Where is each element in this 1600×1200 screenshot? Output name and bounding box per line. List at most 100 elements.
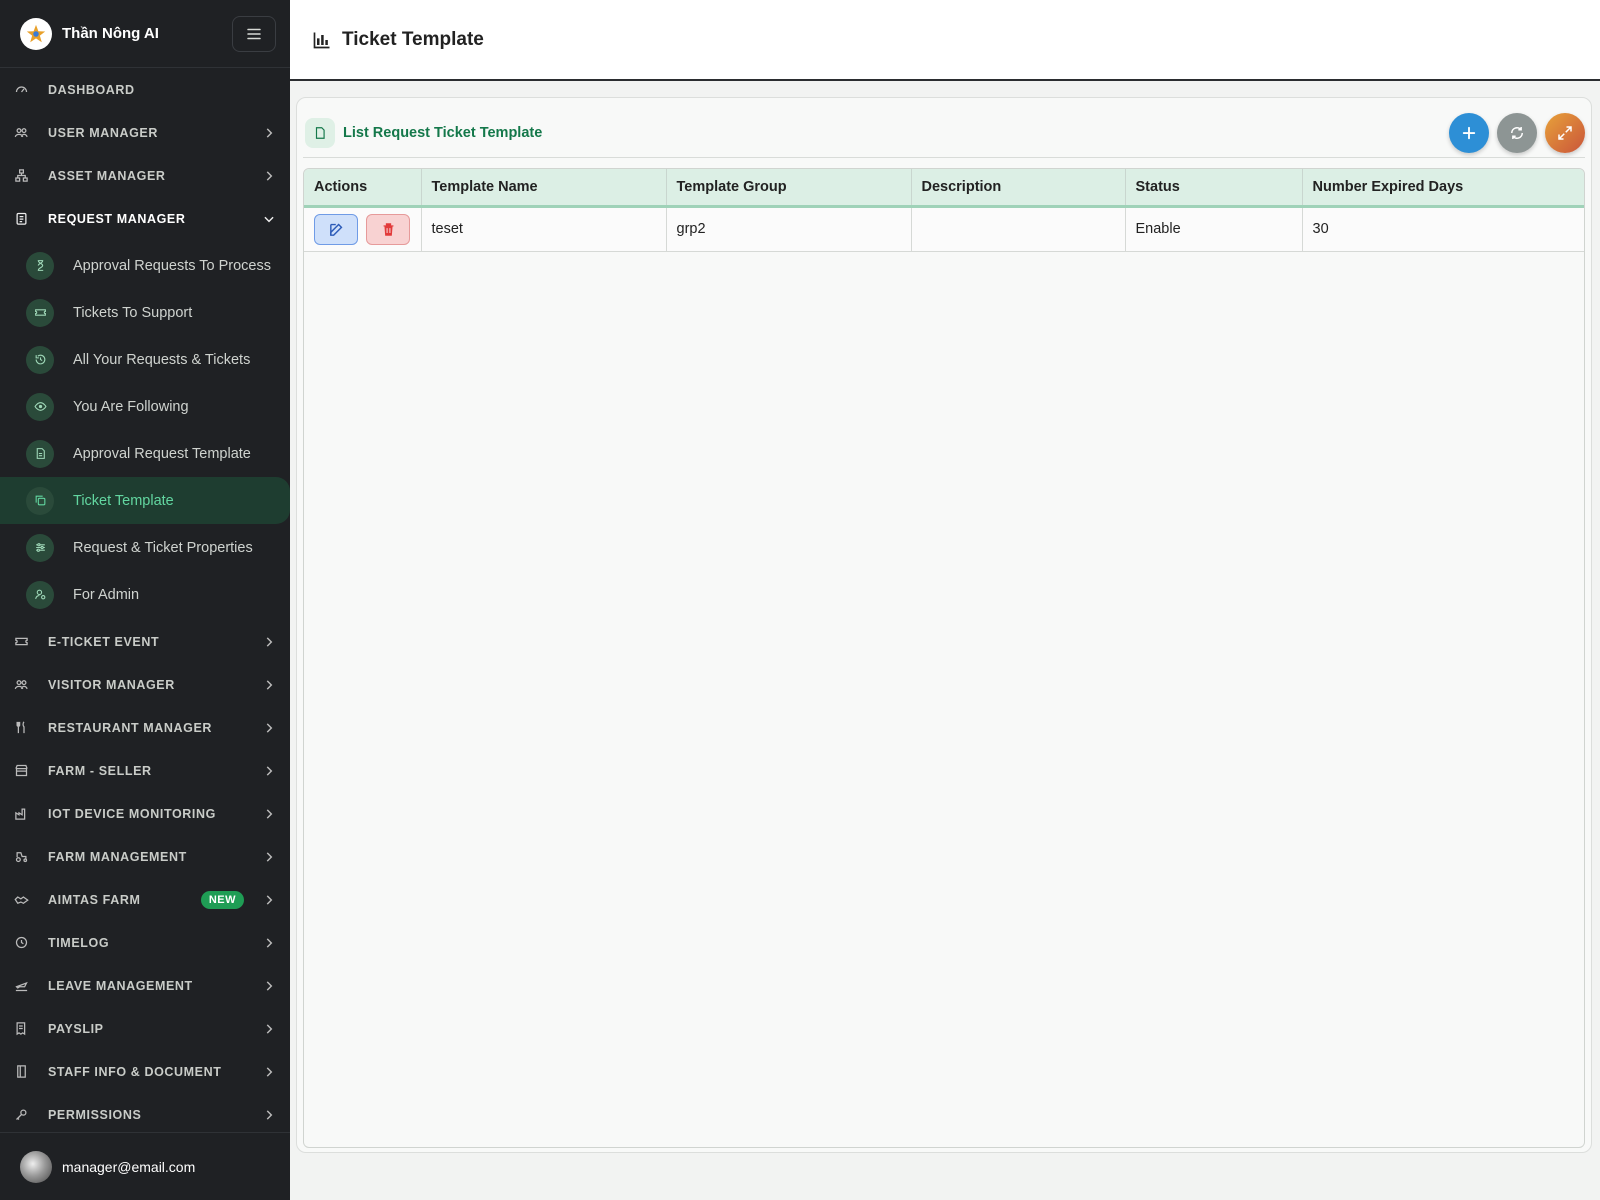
menu-toggle-button[interactable] [232, 15, 276, 52]
chevron-right-icon [266, 765, 273, 776]
sidebar-item-label: RESTAURANT MANAGER [48, 720, 213, 735]
utensils-icon [11, 718, 31, 738]
edit-button[interactable] [314, 213, 358, 245]
sidebar-item-timelog[interactable]: TIMELOG [0, 921, 290, 964]
sidebar-item-leave-management[interactable]: LEAVE MANAGEMENT [0, 964, 290, 1007]
chevron-right-icon [266, 1023, 273, 1034]
sliders-icon [26, 533, 54, 562]
user-profile[interactable]: manager@email.com [0, 1132, 290, 1200]
sidebar-item-request-manager[interactable]: REQUEST MANAGER [0, 197, 290, 240]
chevron-right-icon [266, 1066, 273, 1077]
actions-cell [304, 206, 422, 252]
receipt-icon [11, 1019, 31, 1039]
sidebar-item-label: FARM - SELLER [48, 763, 152, 778]
sidebar-item-iot-device-monitoring[interactable]: IOT DEVICE MONITORING [0, 792, 290, 835]
sidebar-item-label: LEAVE MANAGEMENT [48, 978, 193, 993]
user-email: manager@email.com [62, 1158, 196, 1175]
sidebar-item-all-your-requests[interactable]: All Your Requests & Tickets [0, 336, 290, 383]
sidebar: Thần Nông AI DASHBOARD USER MANAGER ASSE… [0, 0, 290, 1200]
sidebar-item-ticket-template[interactable]: Ticket Template [0, 477, 290, 524]
delete-button[interactable] [366, 213, 410, 245]
visitors-icon [11, 675, 31, 695]
expand-icon [1558, 125, 1572, 140]
sidebar-item-for-admin[interactable]: For Admin [0, 571, 290, 618]
chevron-right-icon [266, 980, 273, 991]
chevron-down-icon [264, 216, 274, 222]
sidebar-item-farm-seller[interactable]: FARM - SELLER [0, 749, 290, 792]
refresh-icon [1511, 126, 1523, 139]
sidebar-item-dashboard[interactable]: DASHBOARD [0, 68, 290, 111]
main-content: List Request Ticket Template Actions Tem… [290, 81, 1600, 1200]
users-icon [11, 123, 31, 143]
clipboard-icon [11, 209, 31, 229]
sidebar-item-tickets-to-support[interactable]: Tickets To Support [0, 289, 290, 336]
sidebar-item-visitor-manager[interactable]: VISITOR MANAGER [0, 663, 290, 706]
dashboard-icon [11, 80, 31, 100]
sidebar-item-permissions[interactable]: PERMISSIONS [0, 1093, 290, 1136]
brand-logo[interactable] [20, 17, 52, 50]
sidebar-item-you-are-following[interactable]: You Are Following [0, 383, 290, 430]
column-header-template-name[interactable]: Template Name [421, 169, 667, 208]
add-button[interactable] [1449, 112, 1489, 153]
sidebar-item-approval-requests-to-process[interactable]: Approval Requests To Process [0, 242, 290, 289]
refresh-button[interactable] [1497, 112, 1537, 153]
card-title: List Request Ticket Template [343, 124, 543, 141]
table-header-row: Actions Template Name Template Group Des… [304, 169, 1584, 208]
chevron-right-icon [266, 170, 273, 181]
sidebar-item-label: REQUEST MANAGER [48, 211, 186, 226]
key-icon [11, 1105, 31, 1125]
sidebar-item-staff-info-document[interactable]: STAFF INFO & DOCUMENT [0, 1050, 290, 1093]
description-cell [911, 206, 1126, 252]
factory-icon [11, 804, 31, 824]
column-header-template-group[interactable]: Template Group [666, 169, 912, 208]
column-header-description[interactable]: Description [911, 169, 1126, 208]
ticket-icon [11, 632, 31, 652]
sidebar-item-label: USER MANAGER [48, 125, 158, 140]
sidebar-item-label: For Admin [73, 586, 140, 603]
book-icon [11, 1062, 31, 1082]
chevron-right-icon [266, 808, 273, 819]
sidebar-item-label: FARM MANAGEMENT [48, 849, 187, 864]
sidebar-item-request-ticket-properties[interactable]: Request & Ticket Properties [0, 524, 290, 571]
chevron-right-icon [266, 636, 273, 647]
sidebar-item-label: AIMTAS FARM [48, 892, 141, 907]
fullscreen-button[interactable] [1545, 112, 1585, 153]
plane-icon [11, 976, 31, 996]
chevron-right-icon [266, 894, 273, 905]
sidebar-item-approval-request-template[interactable]: Approval Request Template [0, 430, 290, 477]
eye-icon [26, 392, 54, 421]
hierarchy-icon [11, 166, 31, 186]
sidebar-item-farm-management[interactable]: FARM MANAGEMENT [0, 835, 290, 878]
sidebar-item-asset-manager[interactable]: ASSET MANAGER [0, 154, 290, 197]
clock-icon [11, 933, 31, 953]
new-badge: NEW [200, 890, 244, 909]
page-title: Ticket Template [342, 28, 484, 50]
trash-icon [383, 222, 393, 236]
status-cell: Enable [1125, 206, 1303, 252]
plus-icon [1462, 126, 1476, 139]
ticket-template-card: List Request Ticket Template Actions Tem… [296, 97, 1592, 1153]
sidebar-item-payslip[interactable]: PAYSLIP [0, 1007, 290, 1050]
table-row: teset grp2 Enable 30 [304, 206, 1584, 252]
sidebar-item-restaurant-manager[interactable]: RESTAURANT MANAGER [0, 706, 290, 749]
sidebar-item-label: PERMISSIONS [48, 1107, 142, 1122]
sidebar-item-label: IOT DEVICE MONITORING [48, 806, 216, 821]
sidebar-item-label: Tickets To Support [73, 304, 193, 321]
sidebar-item-user-manager[interactable]: USER MANAGER [0, 111, 290, 154]
ticket-icon [26, 298, 54, 327]
sidebar-item-label: DASHBOARD [48, 82, 135, 97]
column-header-number-expired-days[interactable]: Number Expired Days [1302, 169, 1584, 208]
sidebar-item-aimtas-farm[interactable]: AIMTAS FARM NEW [0, 878, 290, 921]
sidebar-item-label: ASSET MANAGER [48, 168, 166, 183]
template-table-container: Actions Template Name Template Group Des… [303, 168, 1585, 1148]
sidebar-item-e-ticket-event[interactable]: E-TICKET EVENT [0, 620, 290, 663]
sidebar-item-label: All Your Requests & Tickets [73, 351, 251, 368]
store-icon [11, 761, 31, 781]
column-header-status[interactable]: Status [1125, 169, 1303, 208]
chevron-right-icon [266, 127, 273, 138]
document-icon [26, 439, 54, 468]
request-manager-submenu: Approval Requests To Process Tickets To … [0, 240, 290, 620]
template-table: Actions Template Name Template Group Des… [304, 169, 1584, 252]
history-icon [26, 345, 54, 374]
sidebar-nav-bottom: E-TICKET EVENT VISITOR MANAGER RESTAURAN… [0, 620, 290, 1136]
